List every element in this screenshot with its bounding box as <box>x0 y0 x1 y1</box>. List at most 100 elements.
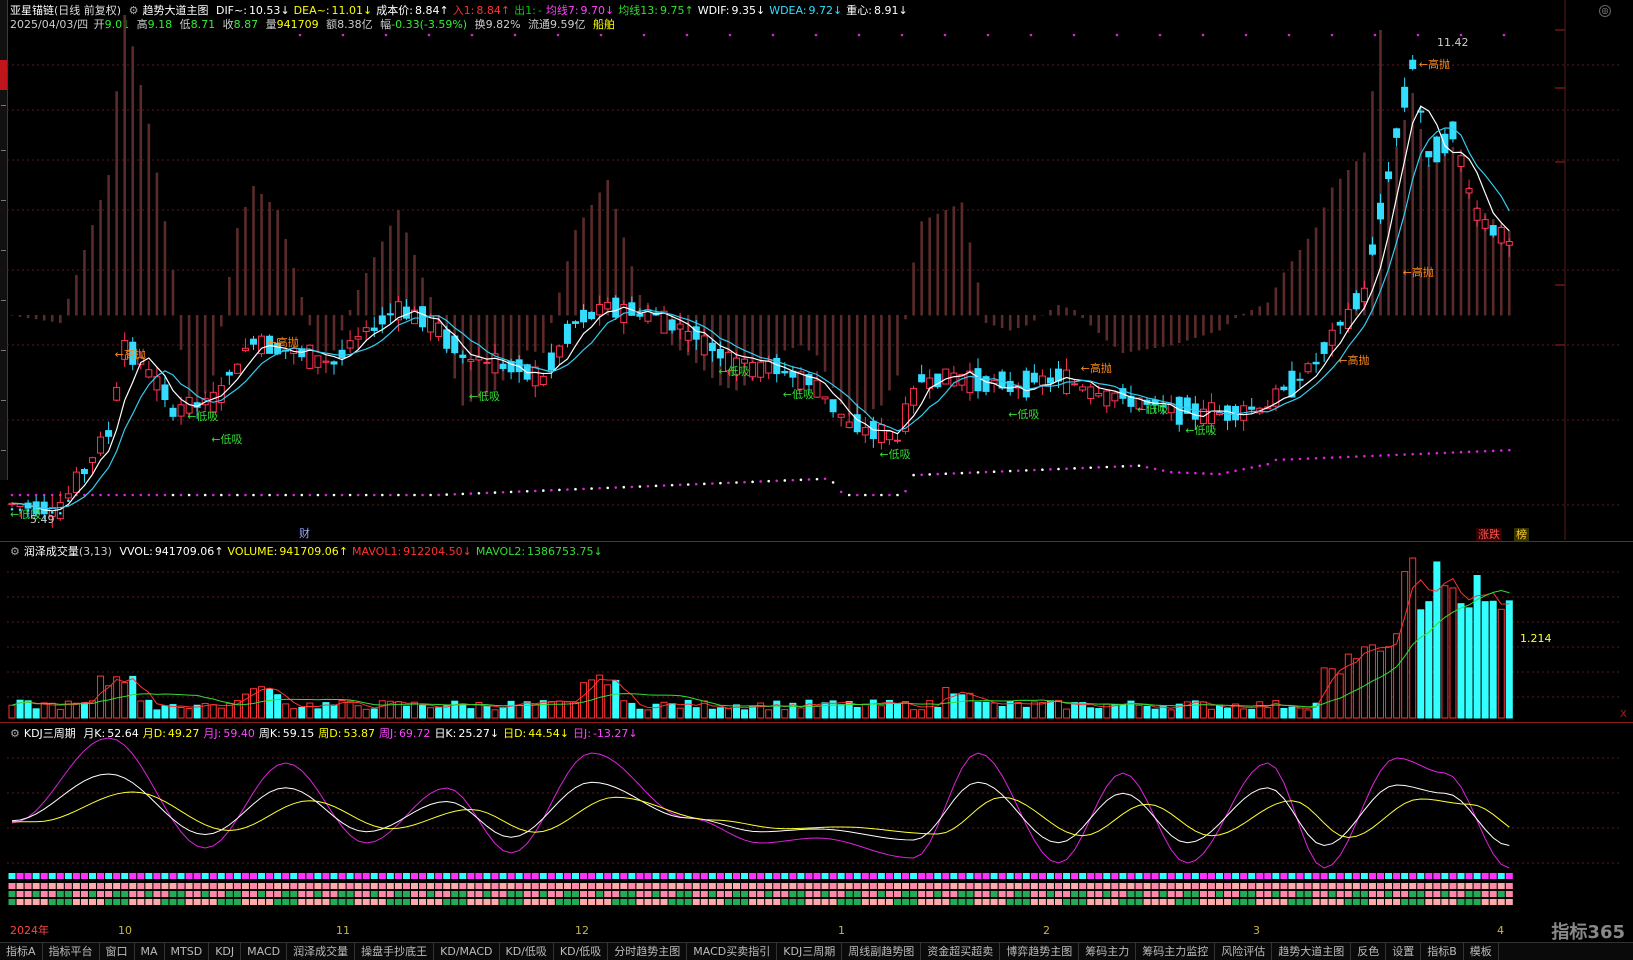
volume-bar <box>1248 708 1256 719</box>
kdj-strip-cell <box>1167 883 1175 889</box>
candle-body <box>1087 386 1095 400</box>
cost-dot <box>260 493 263 497</box>
kdj-strip-cell <box>1336 883 1344 889</box>
kdj-strip-cell <box>982 883 990 889</box>
indicator-tab-bar[interactable]: 指标A 指标平台 窗口 MA MTSD KDJ MACD 润泽成交量 操盘手抄底王 KD/MACD… <box>0 942 1633 960</box>
cost-dot <box>1186 471 1189 475</box>
indicator-tab[interactable]: 周线副趋势图 <box>842 943 922 960</box>
time-axis-label: 4 <box>1497 924 1504 937</box>
candle-body <box>555 345 563 358</box>
candle-body <box>1473 207 1481 221</box>
kdj-strip-cell <box>1385 883 1393 889</box>
indicator-tab[interactable]: MTSD <box>165 943 210 960</box>
kdj-strip-cell <box>1441 883 1449 889</box>
indicator-tab[interactable]: 博弈趋势主图 <box>1000 943 1080 960</box>
candlestick-chart[interactable]: ←低吸←高抛←低吸←低吸←高抛←低吸←低吸←低吸←低吸←高抛←低吸 ←低吸←低吸←… <box>0 0 1633 540</box>
kdj-strip-cell <box>499 883 507 889</box>
indicator-tab[interactable]: 模板 <box>1464 943 1499 960</box>
cost-dot <box>743 480 746 484</box>
volume-bar <box>877 705 885 719</box>
macd-bar <box>228 277 231 316</box>
kdj-strip-cell <box>1055 891 1062 897</box>
volume-bar <box>1207 708 1215 719</box>
indicator-tab[interactable]: 风险评估 <box>1215 943 1273 960</box>
cost-dot <box>533 489 537 493</box>
bang-badge[interactable]: 榜 <box>1514 528 1529 541</box>
macd-bar <box>864 315 867 413</box>
kdj-strip-cell <box>1256 883 1264 889</box>
kdj-strip-cell <box>451 899 459 905</box>
kdj-strip-cell <box>918 899 926 905</box>
kdj-strip-cell <box>1046 883 1054 889</box>
indicator-tab[interactable]: MACD <box>241 943 288 960</box>
volume-bar <box>853 706 861 719</box>
kdj-strip-cell <box>660 883 668 889</box>
indicator-tab[interactable]: KD/低吸 <box>554 943 609 960</box>
kdj-strip-cell <box>1183 883 1191 889</box>
kdj-chart[interactable] <box>0 723 1633 923</box>
candle-body <box>1409 59 1417 70</box>
macd-bar <box>1129 315 1133 352</box>
cost-dot <box>622 485 626 489</box>
kdj-strip-cell <box>89 873 96 879</box>
macd-bar <box>75 275 78 316</box>
indicator-tab[interactable]: 设置 <box>1386 943 1422 960</box>
volume-bar <box>145 699 153 719</box>
indicator-tab[interactable]: 指标B <box>1421 943 1464 960</box>
candle-body <box>861 427 869 436</box>
kdj-strip-cell <box>1417 873 1425 879</box>
kdj-strip-cell <box>749 883 757 889</box>
kdj-strip-cell <box>660 891 668 897</box>
cost-dot <box>566 488 569 491</box>
macd-bar <box>1025 315 1028 326</box>
cost-dot <box>960 471 964 475</box>
indicator-tab[interactable]: MACD买卖指引 <box>687 943 778 960</box>
volume-bar <box>56 708 64 719</box>
kdj-strip-cell <box>869 899 877 905</box>
kdj-strip-cell <box>1441 873 1449 879</box>
kdj-strip-cell <box>1199 891 1207 897</box>
volume-chart[interactable]: 1.214 X <box>0 542 1633 722</box>
volume-bar <box>40 702 48 719</box>
kdj-strip-cell <box>668 873 676 879</box>
indicator-tab[interactable]: 反色 <box>1351 943 1387 960</box>
indicator-tab[interactable]: 指标平台 <box>43 943 100 960</box>
indicator-tab[interactable]: 资金超买超卖 <box>921 943 1001 960</box>
indicator-tab[interactable]: 分时趋势主图 <box>608 943 688 960</box>
min-price-label: 5.49 <box>30 513 55 526</box>
cost-dot <box>1226 471 1229 474</box>
kdj-strip-cell <box>153 891 161 897</box>
indicator-tab[interactable]: KD/MACD <box>434 943 500 960</box>
kdj-strip-cell <box>1111 899 1119 905</box>
indicator-tab[interactable]: 窗口 <box>100 943 135 960</box>
kdj-strip-cell <box>241 899 249 905</box>
indicator-tab[interactable]: MA <box>135 943 165 960</box>
volume-bar <box>1401 571 1409 719</box>
indicator-tab[interactable]: 筹码主力 <box>1079 943 1137 960</box>
volume-bar <box>1046 700 1054 719</box>
indicator-tab[interactable]: 筹码主力监控 <box>1136 943 1216 960</box>
indicator-tab[interactable]: KDJ <box>209 943 242 960</box>
kdj-strip-cell <box>89 883 96 889</box>
kdj-strip-cell <box>628 883 636 889</box>
indicator-tab[interactable]: 润泽成交量 <box>287 943 356 960</box>
candle-body <box>531 366 539 387</box>
indicator-tab[interactable]: 趋势大道主图 <box>1272 943 1352 960</box>
kdj-strip-cell <box>1385 891 1393 897</box>
kdj-strip-cell <box>1360 873 1368 879</box>
macd-bar <box>783 315 787 351</box>
kdj-strip-cell <box>1433 899 1441 905</box>
finance-marker[interactable]: 财 <box>297 527 312 540</box>
indicator-tab[interactable]: 指标A <box>0 943 43 960</box>
kdj-strip-cell <box>829 891 837 897</box>
kdj-strip-cell <box>378 891 386 897</box>
zhangdie-badge[interactable]: 涨跌 <box>1476 528 1502 541</box>
candle-body <box>910 387 918 406</box>
macd-bar <box>284 239 287 316</box>
indicator-tab[interactable]: KDJ三周期 <box>777 943 843 960</box>
indicator-tab[interactable]: KD/低吸 <box>500 943 554 960</box>
kdj-strip-cell <box>1038 899 1046 905</box>
indicator-tab[interactable]: 操盘手抄底王 <box>355 943 435 960</box>
kdj-strip-cell <box>934 883 942 889</box>
candle-body <box>1103 390 1111 407</box>
